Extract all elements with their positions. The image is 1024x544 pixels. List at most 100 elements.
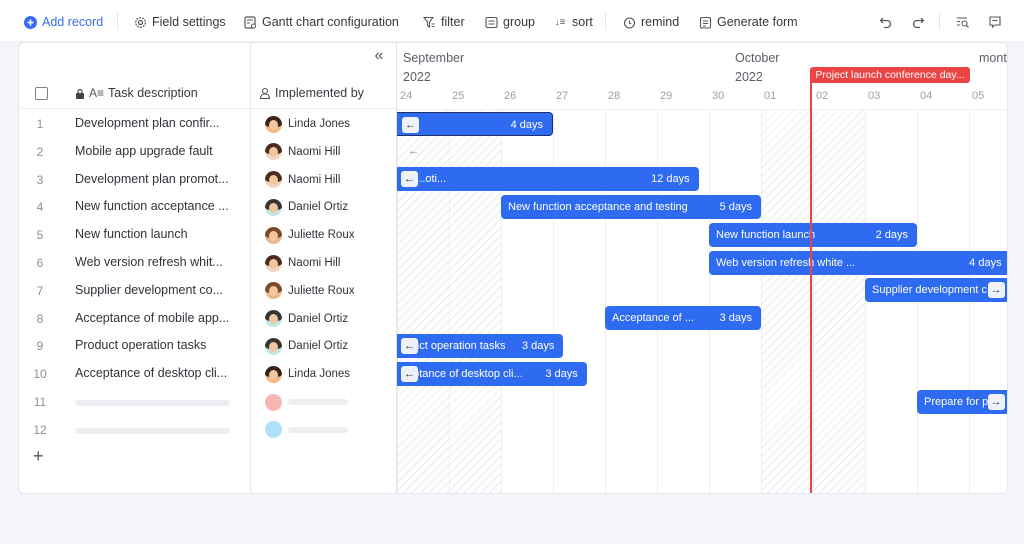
sort-button[interactable]: ↓≡ sort bbox=[553, 12, 593, 32]
implemented-by-cell[interactable]: Naomi Hill bbox=[265, 254, 340, 272]
task-bar[interactable]: or...oti... 12 days ← bbox=[397, 167, 699, 192]
table-row[interactable]: 10 Acceptance of desktop cli... Linda Jone… bbox=[19, 360, 397, 388]
task-bar[interactable]: 4 days ← bbox=[397, 111, 553, 136]
scroll-to-start-arrow-icon[interactable]: ← bbox=[401, 365, 418, 382]
scroll-to-start-arrow-icon[interactable]: ← bbox=[401, 337, 418, 354]
implemented-by-cell[interactable] bbox=[265, 421, 348, 439]
select-all-checkbox[interactable] bbox=[35, 87, 48, 100]
implemented-by-cell[interactable]: Naomi Hill bbox=[265, 143, 340, 161]
task-description-cell[interactable]: Web version refresh whit... bbox=[75, 255, 240, 269]
task-description-cell[interactable]: Acceptance of mobile app... bbox=[75, 311, 240, 325]
table-row[interactable]: 9 Product operation tasks Daniel Ortiz bbox=[19, 332, 397, 360]
table-header: A≡ Task description Implemented by bbox=[19, 79, 397, 109]
add-record-label: Add record bbox=[42, 15, 104, 29]
task-description-cell[interactable]: Supplier development co... bbox=[75, 283, 240, 297]
task-bar[interactable]: duct operation tasks 3 days ← bbox=[397, 333, 564, 358]
task-table: « A≡ Task description Implemented by 1 De… bbox=[19, 43, 397, 493]
implemented-by-cell[interactable]: Juliette Roux bbox=[265, 226, 354, 244]
task-bar[interactable]: Supplier development c → bbox=[865, 278, 1007, 303]
header-task-description[interactable]: A≡ Task description bbox=[75, 86, 198, 100]
collapse-panel-button[interactable]: « bbox=[369, 47, 389, 65]
task-description-cell[interactable]: Acceptance of desktop cli... bbox=[75, 366, 240, 380]
group-button[interactable]: group bbox=[484, 12, 535, 32]
add-record-button[interactable]: Add record bbox=[23, 12, 103, 32]
task-bar-duration: 4 days bbox=[969, 256, 1002, 269]
field-settings-label: Field settings bbox=[152, 15, 226, 29]
day-label: 02 bbox=[816, 90, 829, 102]
redo-button[interactable] bbox=[908, 12, 928, 32]
table-row[interactable]: 1 Development plan confir... Linda Jones bbox=[19, 110, 397, 138]
add-row-button[interactable]: + bbox=[33, 447, 44, 465]
person-placeholder bbox=[288, 426, 348, 433]
task-description-cell[interactable]: New function launch bbox=[75, 227, 240, 241]
search-list-icon bbox=[957, 17, 969, 28]
table-row[interactable]: 12 bbox=[19, 416, 397, 444]
row-number: 3 bbox=[36, 172, 44, 187]
row-number: 9 bbox=[36, 339, 44, 354]
scroll-to-start-arrow-icon[interactable]: ← bbox=[401, 171, 418, 188]
implemented-by-cell[interactable] bbox=[265, 393, 348, 411]
task-bar[interactable]: eptance of desktop cli... 3 days ← bbox=[397, 361, 587, 386]
implemented-by-cell[interactable]: Daniel Ortiz bbox=[265, 337, 348, 355]
table-row[interactable]: 8 Acceptance of mobile app... Daniel Ortiz bbox=[19, 305, 397, 333]
task-bar[interactable]: Acceptance of ... 3 days bbox=[605, 306, 761, 331]
task-description-cell[interactable]: New function acceptance ... bbox=[75, 199, 240, 213]
scroll-to-end-arrow-icon[interactable]: → bbox=[987, 282, 1005, 299]
avatar bbox=[265, 171, 282, 189]
task-description-cell[interactable]: Mobile app upgrade fault bbox=[75, 144, 240, 158]
table-row[interactable]: 4 New function acceptance ... Daniel Ortiz bbox=[19, 193, 397, 221]
scroll-to-end-arrow-icon[interactable]: → bbox=[987, 393, 1005, 410]
task-bar[interactable]: Prepare for p → bbox=[917, 389, 1007, 414]
day-label: 26 bbox=[504, 90, 517, 102]
milestone-label[interactable]: Project launch conference day... bbox=[810, 67, 970, 83]
avatar bbox=[265, 226, 282, 244]
task-bar-label: New function launch bbox=[716, 228, 816, 241]
task-description-cell[interactable]: Development plan confir... bbox=[75, 116, 240, 130]
task-bar[interactable]: Web version refresh white ... 4 days bbox=[709, 250, 1007, 275]
person-name: Daniel Ortiz bbox=[288, 201, 349, 214]
task-description-cell[interactable]: Development plan promot... bbox=[75, 172, 240, 186]
gantt-config-button[interactable]: Gantt chart configuration bbox=[243, 12, 399, 32]
gear-icon bbox=[133, 15, 147, 29]
implemented-by-cell[interactable]: Linda Jones bbox=[265, 115, 350, 133]
scroll-to-start-arrow-icon[interactable]: ← bbox=[402, 116, 419, 133]
person-name: Naomi Hill bbox=[288, 145, 341, 158]
person-name: Juliette Roux bbox=[288, 229, 355, 242]
table-row[interactable]: 5 New function launch Juliette Roux bbox=[19, 221, 397, 249]
header-implemented-by[interactable]: Implemented by bbox=[259, 86, 364, 100]
group-icon bbox=[484, 15, 498, 29]
task-bar-duration: 3 days bbox=[521, 339, 555, 352]
redo-icon bbox=[912, 17, 925, 29]
find-button[interactable] bbox=[953, 12, 973, 32]
undo-button[interactable] bbox=[876, 12, 896, 32]
column-divider[interactable] bbox=[250, 43, 251, 493]
row-number: 2 bbox=[36, 144, 44, 159]
implemented-by-cell[interactable]: Daniel Ortiz bbox=[265, 310, 348, 328]
filter-button[interactable]: filter bbox=[422, 12, 465, 32]
generate-form-button[interactable]: Generate form bbox=[698, 12, 798, 32]
table-row[interactable]: 6 Web version refresh whit... Naomi Hill bbox=[19, 249, 397, 277]
task-bar-duration: 12 days bbox=[651, 173, 690, 186]
table-row[interactable]: 7 Supplier development co... Juliette Roux bbox=[19, 277, 397, 305]
remind-button[interactable]: remind bbox=[622, 12, 679, 32]
weekend-column bbox=[813, 109, 865, 493]
month-name: September bbox=[403, 51, 465, 65]
implemented-by-cell[interactable]: Linda Jones bbox=[265, 365, 350, 383]
task-bar[interactable]: New function acceptance and testing 5 day… bbox=[501, 194, 761, 219]
scroll-to-task-arrow-icon[interactable]: ← bbox=[405, 143, 422, 159]
task-description-cell[interactable]: Product operation tasks bbox=[75, 338, 240, 352]
task-bar-label: Prepare for p bbox=[924, 395, 989, 408]
comment-button[interactable] bbox=[985, 12, 1005, 32]
field-settings-button[interactable]: Field settings bbox=[133, 12, 226, 32]
implemented-by-cell[interactable]: Daniel Ortiz bbox=[265, 198, 348, 216]
implemented-by-cell[interactable]: Juliette Roux bbox=[265, 282, 354, 300]
comment-icon bbox=[989, 16, 1001, 29]
table-row[interactable]: 2 Mobile app upgrade fault Naomi Hill bbox=[19, 138, 397, 166]
implemented-by-cell[interactable]: Naomi Hill bbox=[265, 171, 340, 189]
table-row[interactable]: 11 bbox=[19, 388, 397, 416]
table-row[interactable]: 3 Development plan promot... Naomi Hill bbox=[19, 166, 397, 194]
person-name: Daniel Ortiz bbox=[288, 312, 349, 325]
undo-icon bbox=[879, 17, 892, 29]
avatar bbox=[265, 198, 282, 216]
task-bar[interactable]: New function launch 2 days bbox=[709, 222, 917, 247]
